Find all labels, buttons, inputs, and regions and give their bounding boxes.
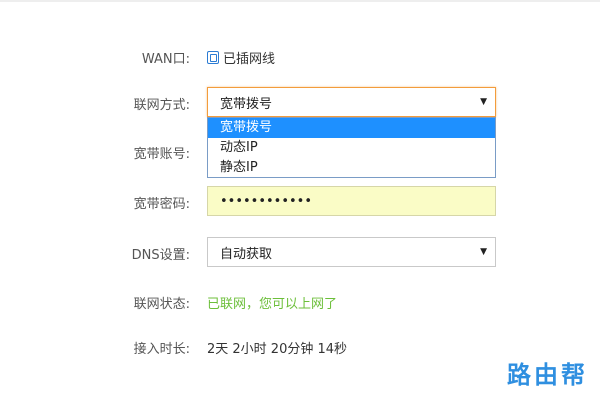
wan-status-text: 已插网线 xyxy=(223,52,276,67)
dns-select[interactable]: 自动获取 ▼ xyxy=(207,237,496,267)
password-label: 宽带密码: xyxy=(133,197,190,212)
connection-type-selected-value: 宽带拨号 xyxy=(220,96,273,112)
watermark-logo: 路由帮 xyxy=(507,360,588,389)
caret-down-icon: ▼ xyxy=(480,247,487,257)
option-dynamic-ip[interactable]: 动态IP xyxy=(208,138,495,158)
uptime-label: 接入时长: xyxy=(133,342,190,357)
dns-selected-value: 自动获取 xyxy=(220,246,273,262)
ethernet-plug-icon xyxy=(207,51,219,64)
option-pppoe[interactable]: 宽带拨号 xyxy=(208,118,495,138)
uptime-value: 2天 2小时 20分钟 14秒 xyxy=(207,342,348,357)
option-static-ip[interactable]: 静态IP xyxy=(208,158,495,178)
account-label: 宽带账号: xyxy=(133,147,190,162)
wan-label: WAN口: xyxy=(141,52,190,67)
password-value: •••••••••••• xyxy=(220,193,313,209)
password-field[interactable]: •••••••••••• xyxy=(207,186,496,216)
connection-type-label: 联网方式: xyxy=(133,98,190,113)
top-divider xyxy=(0,0,600,2)
caret-down-icon: ▼ xyxy=(480,97,487,107)
dns-label: DNS设置: xyxy=(131,248,190,263)
connection-status-text: 已联网，您可以上网了 xyxy=(207,297,338,312)
wan-status: 已插网线 xyxy=(207,48,275,67)
status-label: 联网状态: xyxy=(133,297,190,312)
connection-type-dropdown: 宽带拨号 动态IP 静态IP xyxy=(207,117,496,178)
connection-type-select[interactable]: 宽带拨号 ▼ xyxy=(207,87,496,117)
